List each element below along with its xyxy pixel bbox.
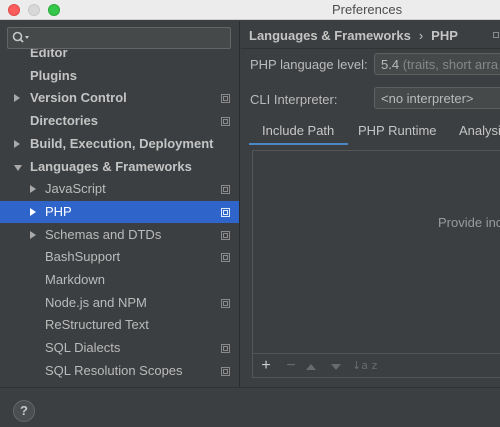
move-up-icon[interactable] bbox=[306, 364, 316, 370]
search-field[interactable] bbox=[7, 27, 231, 49]
chevron-right-icon[interactable] bbox=[30, 230, 36, 239]
cli-interpreter-select[interactable]: <no interpreter> bbox=[374, 87, 500, 109]
project-settings-icon bbox=[221, 344, 230, 354]
project-settings-icon bbox=[221, 253, 230, 263]
breadcrumb-parent[interactable]: Languages & Frameworks bbox=[249, 28, 411, 43]
minimize-window-button[interactable] bbox=[28, 4, 40, 16]
sidebar-item-restructured-text[interactable]: ReStructured Text bbox=[0, 314, 239, 336]
project-settings-icon bbox=[221, 185, 230, 195]
remove-icon[interactable]: − bbox=[284, 358, 298, 374]
sidebar-item-label: Build, Execution, Deployment bbox=[30, 135, 214, 151]
reset-icon[interactable] bbox=[493, 32, 499, 38]
sidebar-item-bashsupport[interactable]: BashSupport bbox=[0, 246, 239, 268]
sidebar-item-label: SQL Dialects bbox=[45, 340, 121, 356]
php-language-level-select[interactable]: 5.4 (traits, short arra bbox=[374, 53, 500, 75]
sidebar-item-node-js-and-npm[interactable]: Node.js and NPM bbox=[0, 292, 239, 314]
chevron-right-icon[interactable] bbox=[14, 139, 20, 148]
project-settings-icon bbox=[221, 366, 230, 376]
sidebar-item-markdown[interactable]: Markdown bbox=[0, 269, 239, 291]
cli-interpreter-label: CLI Interpreter: bbox=[250, 92, 338, 107]
settings-sidebar: Editor Plugins Version Control Directories B… bbox=[0, 21, 240, 387]
breadcrumb-current: PHP bbox=[431, 28, 458, 43]
sidebar-item-label: Languages & Frameworks bbox=[30, 158, 192, 174]
search-icon bbox=[12, 31, 29, 43]
breadcrumb-separator: › bbox=[418, 28, 424, 43]
sidebar-item-label: BashSupport bbox=[45, 249, 121, 265]
tab-php-runtime[interactable]: PHP Runtime bbox=[358, 123, 437, 138]
project-settings-icon bbox=[221, 230, 230, 240]
chevron-right-icon[interactable] bbox=[30, 185, 36, 194]
active-tab-indicator bbox=[249, 143, 348, 145]
empty-state-text: Provide inc bbox=[438, 215, 500, 230]
sidebar-item-version-control[interactable]: Version Control bbox=[0, 87, 239, 109]
add-icon[interactable]: + bbox=[259, 358, 273, 374]
sidebar-item-label: PHP bbox=[45, 203, 72, 219]
sidebar-item-label: JavaScript bbox=[45, 181, 106, 197]
sidebar-item-label: ReStructured Text bbox=[45, 317, 149, 333]
sidebar-item-sql-resolution-scopes[interactable]: SQL Resolution Scopes bbox=[0, 360, 239, 382]
sidebar-item-label: Node.js and NPM bbox=[45, 294, 147, 310]
php-language-level-label: PHP language level: bbox=[250, 57, 368, 72]
breadcrumb: Languages & Frameworks › PHP bbox=[249, 28, 458, 43]
php-language-level-hint: (traits, short arra bbox=[399, 57, 499, 72]
include-path-panel: Provide inc + − ↓a z bbox=[252, 150, 500, 378]
sort-icon[interactable]: ↓a z bbox=[352, 359, 377, 372]
sidebar-item-plugins[interactable]: Plugins bbox=[0, 65, 239, 87]
sidebar-item-label: Schemas and DTDs bbox=[45, 226, 162, 242]
project-settings-icon bbox=[221, 94, 230, 104]
sidebar-item-label: Version Control bbox=[30, 90, 127, 106]
chevron-right-icon[interactable] bbox=[14, 94, 20, 103]
sidebar-item-schemas-and-dtds[interactable]: Schemas and DTDs bbox=[0, 224, 239, 246]
close-window-button[interactable] bbox=[8, 4, 20, 16]
window-title: Preferences bbox=[332, 2, 403, 17]
sidebar-item-javascript[interactable]: JavaScript bbox=[0, 178, 239, 200]
chevron-right-icon[interactable] bbox=[30, 207, 36, 216]
zoom-window-button[interactable] bbox=[48, 4, 60, 16]
settings-content: Languages & Frameworks › PHP PHP language … bbox=[241, 21, 500, 387]
php-language-level-value: 5.4 bbox=[381, 57, 400, 72]
tab-bar: Include Path PHP Runtime Analysis bbox=[249, 117, 500, 147]
title-bar: Preferences bbox=[0, 0, 500, 20]
move-down-icon[interactable] bbox=[331, 364, 341, 370]
chevron-down-icon[interactable] bbox=[14, 164, 22, 171]
sidebar-item-php[interactable]: PHP bbox=[0, 200, 239, 223]
sidebar-item-build-execution-deployment[interactable]: Build, Execution, Deployment bbox=[0, 133, 239, 155]
sidebar-item-directories[interactable]: Directories bbox=[0, 110, 239, 132]
sidebar-item-label: SQL Resolution Scopes bbox=[45, 362, 183, 378]
help-button[interactable]: ? bbox=[13, 400, 35, 422]
sidebar-item-label: Plugins bbox=[30, 67, 77, 83]
tab-include-path[interactable]: Include Path bbox=[262, 123, 334, 138]
include-path-toolbar: + − ↓a z bbox=[253, 353, 500, 379]
project-settings-icon bbox=[221, 298, 230, 308]
sidebar-item-label: Directories bbox=[30, 113, 98, 129]
header-divider bbox=[241, 48, 500, 49]
bottom-bar: ? bbox=[0, 387, 500, 427]
sidebar-item-sql-dialects[interactable]: SQL Dialects bbox=[0, 337, 239, 359]
sidebar-item-label: Markdown bbox=[45, 272, 105, 287]
tab-analysis[interactable]: Analysis bbox=[459, 123, 500, 138]
sidebar-item-languages-frameworks[interactable]: Languages & Frameworks bbox=[0, 156, 239, 178]
project-settings-icon bbox=[221, 117, 230, 127]
project-settings-icon bbox=[221, 207, 230, 217]
cli-interpreter-value: <no interpreter> bbox=[381, 91, 474, 106]
